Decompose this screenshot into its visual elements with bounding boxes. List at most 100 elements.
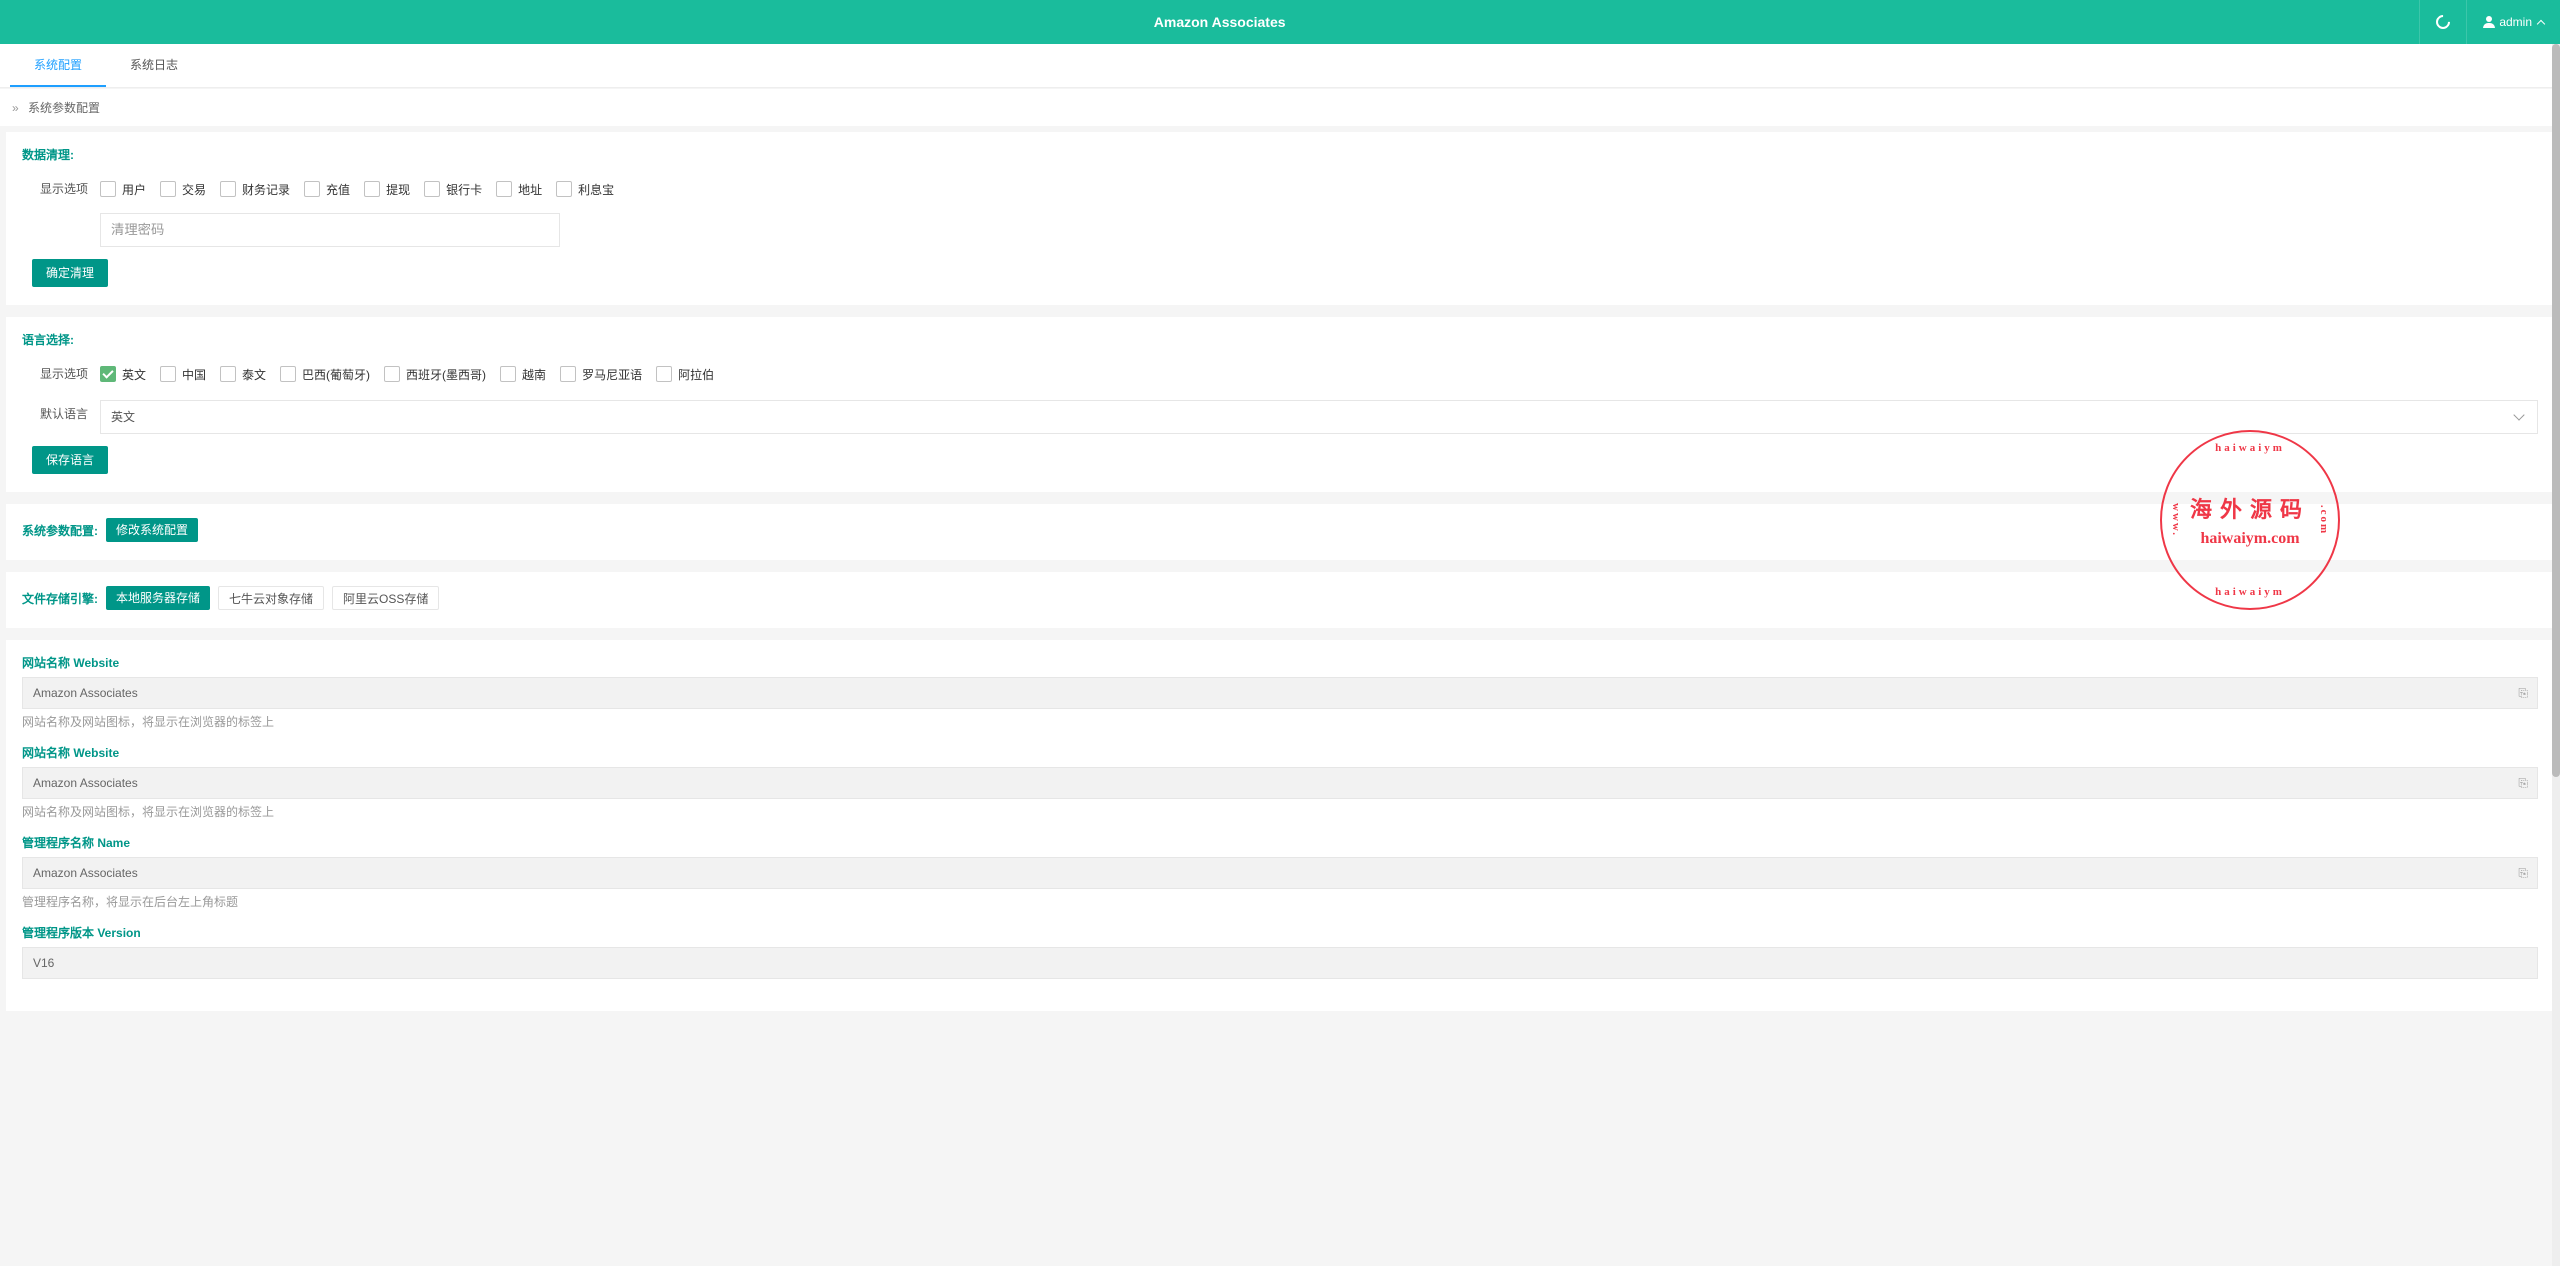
checkbox-box-icon <box>556 181 572 197</box>
checkbox-label: 西班牙(墨西哥) <box>406 366 486 383</box>
checkbox-clean-option[interactable]: 财务记录 <box>220 181 290 198</box>
checkbox-label: 越南 <box>522 366 546 383</box>
checkbox-label: 利息宝 <box>578 181 614 198</box>
save-language-button[interactable]: 保存语言 <box>32 446 108 474</box>
storage-button-group: 本地服务器存储七牛云对象存储阿里云OSS存储 <box>106 586 439 610</box>
field-hint: 网站名称及网站图标，将显示在浏览器的标签上 <box>22 803 2538 820</box>
checkbox-label: 巴西(葡萄牙) <box>302 366 370 383</box>
edit-system-config-button[interactable]: 修改系统配置 <box>106 518 198 542</box>
app-title: Amazon Associates <box>20 14 2419 30</box>
checkbox-label: 财务记录 <box>242 181 290 198</box>
field-hint: 管理程序名称，将显示在后台左上角标题 <box>22 893 2538 910</box>
checkbox-label: 泰文 <box>242 366 266 383</box>
checkbox-lang-option[interactable]: 中国 <box>160 366 206 383</box>
user-name: admin <box>2499 15 2532 29</box>
tab-system-config[interactable]: 系统配置 <box>10 44 106 87</box>
checkbox-box-icon <box>304 181 320 197</box>
field-label: 管理程序版本 Version <box>22 924 2538 941</box>
field-label: 网站名称 Website <box>22 654 2538 671</box>
checkbox-box-icon <box>500 366 516 382</box>
checkbox-box-icon <box>220 181 236 197</box>
checkbox-box-icon <box>424 181 440 197</box>
checkbox-lang-option[interactable]: 西班牙(墨西哥) <box>384 366 486 383</box>
panel-language: 语言选择: 显示选项 英文 中国 泰文 巴西(葡萄牙) 西班牙(墨西哥) 越南 罗马尼亚语阿… <box>6 317 2554 492</box>
refresh-button[interactable] <box>2419 0 2466 44</box>
breadcrumb: 系统参数配置 <box>0 89 2560 126</box>
field-admin-version: 管理程序版本 Version <box>22 924 2538 979</box>
panel-site-info: 网站名称 Website ⎘ 网站名称及网站图标，将显示在浏览器的标签上 网站名… <box>6 640 2554 1011</box>
checkbox-lang-option[interactable]: 泰文 <box>220 366 266 383</box>
storage-engine-button[interactable]: 七牛云对象存储 <box>218 586 324 610</box>
row-lang-options: 显示选项 英文 中国 泰文 巴西(葡萄牙) 西班牙(墨西哥) 越南 罗马尼亚语阿拉伯 <box>22 360 2538 388</box>
clean-password-input[interactable] <box>100 213 560 247</box>
website-name-input[interactable] <box>22 677 2538 709</box>
scrollbar[interactable] <box>2552 44 2560 1266</box>
checkbox-label: 银行卡 <box>446 181 482 198</box>
field-website-2: 网站名称 Website ⎘ 网站名称及网站图标，将显示在浏览器的标签上 <box>22 744 2538 820</box>
checkbox-box-icon <box>100 181 116 197</box>
checkbox-label: 中国 <box>182 366 206 383</box>
refresh-icon <box>2433 12 2453 32</box>
checkbox-label: 充值 <box>326 181 350 198</box>
checkbox-box-icon <box>220 366 236 382</box>
field-hint: 网站名称及网站图标，将显示在浏览器的标签上 <box>22 713 2538 730</box>
checkbox-box-icon <box>364 181 380 197</box>
panel-storage: 文件存储引擎: 本地服务器存储七牛云对象存储阿里云OSS存储 <box>6 572 2554 628</box>
tab-system-log[interactable]: 系统日志 <box>106 44 202 87</box>
row-clean-options: 显示选项 用户交易财务记录充值提现银行卡地址利息宝 <box>22 175 2538 247</box>
website-name-input-2[interactable] <box>22 767 2538 799</box>
storage-engine-button[interactable]: 阿里云OSS存储 <box>332 586 439 610</box>
checkbox-clean-option[interactable]: 地址 <box>496 181 542 198</box>
lang-checkbox-row: 英文 中国 泰文 巴西(葡萄牙) 西班牙(墨西哥) 越南 罗马尼亚语阿拉伯 <box>100 360 2538 388</box>
checkbox-box-icon <box>656 366 672 382</box>
checkbox-clean-option[interactable]: 交易 <box>160 181 206 198</box>
checkbox-box-icon <box>384 366 400 382</box>
default-lang-select[interactable]: 英文 <box>100 400 2538 434</box>
checkbox-clean-option[interactable]: 利息宝 <box>556 181 614 198</box>
checkbox-lang-option[interactable]: 英文 <box>100 366 146 383</box>
breadcrumb-text: 系统参数配置 <box>28 101 100 115</box>
chevron-down-icon <box>2513 409 2524 420</box>
panel-data-clean: 数据清理: 显示选项 用户交易财务记录充值提现银行卡地址利息宝 确定清理 <box>6 132 2554 305</box>
control-clean-options: 用户 交易 财务记录 充值 提现 银行卡地址 利息宝 <box>100 175 2538 247</box>
checkbox-lang-option[interactable]: 巴西(葡萄牙) <box>280 366 370 383</box>
admin-name-input[interactable] <box>22 857 2538 889</box>
admin-version-input[interactable] <box>22 947 2538 979</box>
field-website-1: 网站名称 Website ⎘ 网站名称及网站图标，将显示在浏览器的标签上 <box>22 654 2538 730</box>
checkbox-box-icon <box>160 181 176 197</box>
checkbox-label: 罗马尼亚语 <box>582 366 642 383</box>
user-menu[interactable]: admin <box>2466 0 2560 44</box>
field-admin-name: 管理程序名称 Name ⎘ 管理程序名称，将显示在后台左上角标题 <box>22 834 2538 910</box>
confirm-clean-button[interactable]: 确定清理 <box>32 259 108 287</box>
checkbox-label: 交易 <box>182 181 206 198</box>
checkbox-lang-option[interactable]: 阿拉伯 <box>656 366 714 383</box>
checkbox-box-icon <box>560 366 576 382</box>
checkbox-label: 用户 <box>122 181 146 198</box>
copy-icon[interactable]: ⎘ <box>2518 857 2528 889</box>
tabs: 系统配置 系统日志 <box>0 44 2560 88</box>
copy-icon[interactable]: ⎘ <box>2518 767 2528 799</box>
checkbox-box-icon <box>280 366 296 382</box>
app-header: Amazon Associates admin <box>0 0 2560 44</box>
checkbox-clean-option[interactable]: 用户 <box>100 181 146 198</box>
checkbox-label: 提现 <box>386 181 410 198</box>
panel-title-system-param: 系统参数配置: <box>22 522 98 539</box>
panel-title-language: 语言选择: <box>22 331 2538 348</box>
checkbox-box-icon <box>100 366 116 382</box>
label-lang-options: 显示选项 <box>22 360 100 388</box>
chevron-up-icon <box>2537 20 2545 28</box>
storage-engine-button[interactable]: 本地服务器存储 <box>106 586 210 610</box>
copy-icon[interactable]: ⎘ <box>2518 677 2528 709</box>
checkbox-label: 英文 <box>122 366 146 383</box>
clean-checkbox-row: 用户 交易 财务记录 充值 提现 银行卡地址 利息宝 <box>100 175 2538 203</box>
scrollbar-thumb[interactable] <box>2552 44 2560 777</box>
checkbox-clean-option[interactable]: 提现 <box>364 181 410 198</box>
default-lang-value: 英文 <box>111 400 135 434</box>
checkbox-clean-option[interactable]: 银行卡 <box>424 181 482 198</box>
panel-system-param: 系统参数配置: 修改系统配置 <box>6 504 2554 560</box>
control-default-lang: 英文 <box>100 400 2538 434</box>
field-label: 管理程序名称 Name <box>22 834 2538 851</box>
checkbox-clean-option[interactable]: 充值 <box>304 181 350 198</box>
checkbox-lang-option[interactable]: 罗马尼亚语 <box>560 366 642 383</box>
checkbox-lang-option[interactable]: 越南 <box>500 366 546 383</box>
